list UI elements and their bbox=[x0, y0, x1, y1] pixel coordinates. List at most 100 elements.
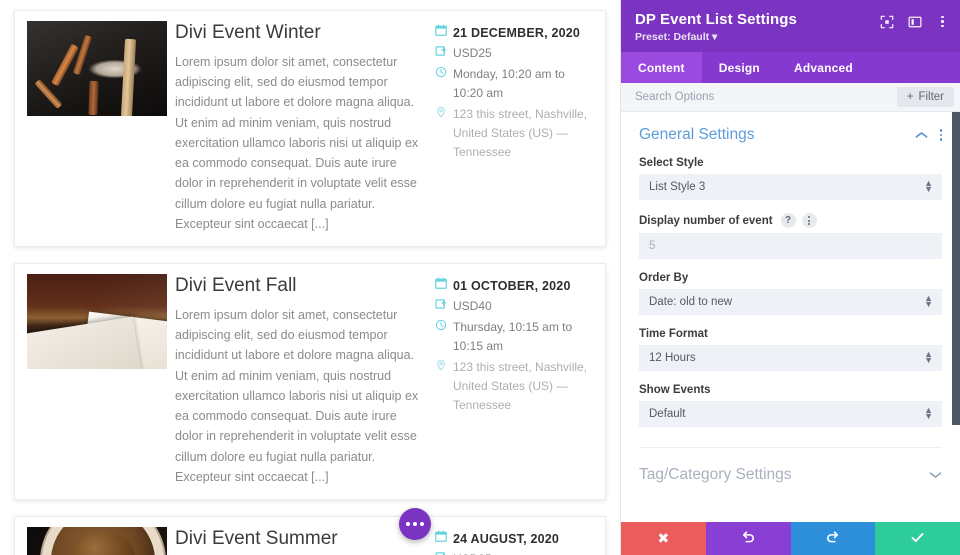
tab-content[interactable]: Content bbox=[621, 52, 702, 83]
select-style-dropdown[interactable]: List Style 3 ▲ ▼ bbox=[639, 174, 942, 200]
field-label: Show Events bbox=[639, 384, 711, 396]
redo-button[interactable] bbox=[790, 522, 876, 555]
event-thumbnail-wrap bbox=[27, 21, 175, 116]
event-description: Lorem ipsum dolor sit amet, consectetur … bbox=[175, 307, 419, 484]
event-location-row: 123 this street, Nashville, United State… bbox=[435, 105, 593, 163]
field-options-icon[interactable] bbox=[801, 213, 817, 228]
event-location-row: 123 this street, Nashville, United State… bbox=[435, 358, 593, 416]
chevron-up-icon[interactable] bbox=[915, 128, 928, 142]
event-date: 01 OCTOBER, 2020 bbox=[453, 279, 571, 293]
undo-icon bbox=[741, 530, 756, 548]
calendar-icon bbox=[435, 529, 450, 542]
event-title[interactable]: Divi Event Summer bbox=[175, 527, 425, 551]
settings-panel: DP Event List Settings Preset: Default ▾… bbox=[620, 0, 960, 555]
chevron-updown-icon: ▲ ▼ bbox=[924, 405, 933, 422]
settings-preset-selector[interactable]: Preset: Default ▾ bbox=[635, 31, 946, 43]
order-by-dropdown[interactable]: Date: old to new ▲ ▼ bbox=[639, 289, 942, 315]
event-date-row: 01 OCTOBER, 2020 bbox=[435, 276, 593, 296]
event-date-row: 21 DECEMBER, 2020 bbox=[435, 23, 593, 43]
display-number-value: 5 bbox=[649, 240, 656, 252]
check-icon bbox=[910, 530, 925, 548]
event-thumbnail-wrap bbox=[27, 274, 175, 369]
show-events-dropdown[interactable]: Default ▲ ▼ bbox=[639, 401, 942, 427]
location-pin-icon bbox=[435, 358, 450, 371]
general-settings-title: General Settings bbox=[639, 126, 755, 143]
event-price-row: USD40 bbox=[435, 297, 593, 316]
close-icon: ✖ bbox=[657, 530, 670, 546]
event-body: Divi Event Winter Lorem ipsum dolor sit … bbox=[175, 21, 435, 234]
settings-body: General Settings Select Style List Style… bbox=[621, 112, 960, 522]
section-divider bbox=[639, 447, 942, 448]
event-time-row: Thursday, 10:15 am to 10:15 am bbox=[435, 318, 593, 357]
general-settings-header[interactable]: General Settings bbox=[639, 126, 942, 144]
event-card[interactable]: Divi Event Fall Lorem ipsum dolor sit am… bbox=[14, 263, 606, 500]
event-title[interactable]: Divi Event Winter bbox=[175, 21, 425, 45]
event-body: Divi Event Fall Lorem ipsum dolor sit am… bbox=[175, 274, 435, 487]
layout-panel-icon[interactable] bbox=[907, 14, 922, 29]
settings-header: DP Event List Settings Preset: Default ▾ bbox=[621, 0, 960, 52]
chevron-updown-icon: ▲ ▼ bbox=[924, 293, 933, 310]
event-price-row: USD25 bbox=[435, 44, 593, 63]
event-meta: 24 AUGUST, 2020 USD35 Monday, 10:10 am t… bbox=[435, 527, 593, 555]
event-meta: 01 OCTOBER, 2020 USD40 Thursday, 10:15 a… bbox=[435, 274, 593, 417]
settings-scroll-content: General Settings Select Style List Style… bbox=[621, 112, 960, 484]
tag-category-settings-title: Tag/Category Settings bbox=[639, 466, 792, 483]
app-root: Divi Event Winter Lorem ipsum dolor sit … bbox=[0, 0, 960, 555]
event-price: USD40 bbox=[453, 299, 492, 314]
field-select-style: Select Style List Style 3 ▲ ▼ bbox=[639, 157, 942, 200]
ticket-icon bbox=[435, 44, 450, 57]
show-events-value: Default bbox=[649, 408, 686, 420]
time-format-dropdown[interactable]: 12 Hours ▲ ▼ bbox=[639, 345, 942, 371]
settings-tabs: Content Design Advanced bbox=[621, 52, 960, 83]
display-number-input[interactable]: 5 bbox=[639, 233, 942, 259]
tab-advanced[interactable]: Advanced bbox=[777, 52, 870, 83]
event-date: 24 AUGUST, 2020 bbox=[453, 532, 560, 546]
tab-design[interactable]: Design bbox=[702, 52, 777, 83]
event-time: Monday, 10:20 am to 10:20 am bbox=[453, 66, 565, 101]
event-title[interactable]: Divi Event Fall bbox=[175, 274, 425, 298]
settings-scrollbar[interactable] bbox=[952, 112, 960, 522]
more-options-icon bbox=[420, 522, 424, 526]
plus-icon: + bbox=[906, 91, 914, 103]
event-body: Divi Event Summer Lorem ipsum dolor sit … bbox=[175, 527, 435, 555]
chevron-down-icon[interactable] bbox=[929, 468, 942, 482]
settings-action-bar: ✖ bbox=[621, 522, 960, 555]
redo-icon bbox=[825, 530, 840, 548]
settings-scrollbar-thumb[interactable] bbox=[952, 112, 960, 425]
event-date-row: 24 AUGUST, 2020 bbox=[435, 529, 593, 549]
undo-button[interactable] bbox=[705, 522, 791, 555]
event-price: USD35 bbox=[453, 550, 492, 555]
save-button[interactable] bbox=[875, 522, 960, 555]
ticket-icon bbox=[435, 297, 450, 310]
calendar-icon bbox=[435, 23, 450, 36]
field-label: Display number of event ? bbox=[639, 213, 942, 228]
event-price: USD25 bbox=[453, 46, 492, 61]
clock-icon bbox=[435, 65, 450, 78]
event-time: Thursday, 10:15 am to 10:15 am bbox=[453, 319, 573, 354]
field-display-number: Display number of event ? 5 bbox=[639, 213, 942, 259]
help-icon[interactable]: ? bbox=[780, 213, 796, 228]
event-card[interactable]: Divi Event Summer Lorem ipsum dolor sit … bbox=[14, 516, 606, 555]
focus-icon[interactable] bbox=[879, 14, 894, 29]
field-time-format: Time Format 12 Hours ▲ ▼ bbox=[639, 328, 942, 371]
search-input[interactable]: Search Options bbox=[635, 91, 897, 103]
event-card[interactable]: Divi Event Winter Lorem ipsum dolor sit … bbox=[14, 10, 606, 247]
event-description: Lorem ipsum dolor sit amet, consectetur … bbox=[175, 54, 419, 231]
event-meta: 21 DECEMBER, 2020 USD25 Monday, 10:20 am… bbox=[435, 21, 593, 164]
event-location: 123 this street, Nashville, United State… bbox=[453, 106, 588, 160]
general-settings-menu-icon[interactable] bbox=[939, 129, 942, 141]
filter-button[interactable]: + Filter bbox=[896, 87, 954, 107]
event-price-row: USD35 bbox=[435, 550, 593, 555]
event-date: 21 DECEMBER, 2020 bbox=[453, 26, 581, 40]
event-time-row: Monday, 10:20 am to 10:20 am bbox=[435, 65, 593, 104]
event-location: 123 this street, Nashville, United State… bbox=[453, 359, 588, 413]
field-label: Select Style bbox=[639, 157, 704, 169]
clock-icon bbox=[435, 318, 450, 331]
search-options-bar: Search Options + Filter bbox=[621, 83, 960, 112]
event-list-preview: Divi Event Winter Lorem ipsum dolor sit … bbox=[0, 0, 620, 555]
field-label: Order By bbox=[639, 272, 689, 284]
more-options-fab[interactable] bbox=[399, 508, 431, 540]
tag-category-settings-header[interactable]: Tag/Category Settings bbox=[639, 466, 942, 484]
more-vertical-icon[interactable] bbox=[935, 14, 950, 29]
cancel-button[interactable]: ✖ bbox=[621, 522, 706, 555]
